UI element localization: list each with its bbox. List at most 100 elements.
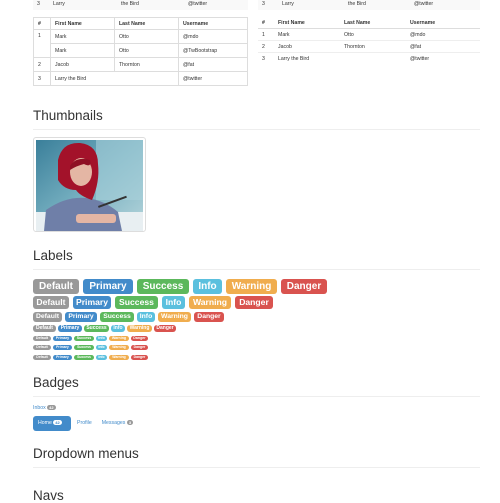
label-warning: Warning — [158, 312, 191, 322]
table-cell: @mdo — [178, 29, 248, 44]
cell-last: the Bird — [348, 1, 366, 7]
divider — [33, 129, 480, 130]
cell-last: the Bird — [121, 1, 139, 7]
label-primary: Primary — [73, 296, 111, 309]
label-info: Info — [162, 296, 185, 309]
label-default: Default — [33, 279, 79, 294]
label-primary: Primary — [65, 312, 97, 322]
labels-row-h4: Default Primary Success Info Warning Dan… — [33, 325, 176, 332]
labels-row-h3: Default Primary Success Info Warning Dan… — [33, 312, 224, 322]
table-cell: @TwBootstrap — [178, 43, 248, 58]
section-title-dropdowns: Dropdown menus — [33, 446, 139, 461]
cell-num: 3 — [37, 1, 40, 7]
thumbnail-photo-image — [36, 140, 143, 231]
label-primary: Primary — [58, 325, 82, 332]
label-info: Info — [193, 279, 222, 294]
table-cell: Otto — [114, 43, 179, 58]
label-warning: Warning — [189, 296, 231, 309]
column-header: Username — [406, 17, 480, 29]
table-cell: Mark — [50, 29, 115, 44]
table-cell: 3 — [258, 52, 274, 64]
column-header: First Name — [50, 17, 115, 30]
label-success: Success — [74, 355, 94, 360]
inbox-label: Inbox — [33, 405, 46, 411]
column-header: First Name — [274, 17, 340, 29]
badge-pills-nav: Home 42 Profile Messages 3 — [33, 416, 137, 431]
table-cell: Otto — [114, 29, 179, 44]
inbox-link[interactable]: Inbox 42 — [33, 405, 56, 411]
table-cell: 2 — [33, 57, 51, 72]
pill-messages[interactable]: Messages 3 — [98, 416, 137, 431]
table-cell: @fat — [406, 40, 480, 53]
table-cell: @twitter — [406, 52, 480, 64]
label-success: Success — [84, 325, 109, 332]
label-default: Default — [33, 296, 69, 309]
labels-row-h1: Default Primary Success Info Warning Dan… — [33, 279, 327, 294]
label-default: Default — [33, 325, 56, 332]
label-danger: Danger — [131, 345, 148, 350]
label-danger: Danger — [154, 325, 176, 332]
labels-row-h5: Default Primary Success Info Warning Dan… — [33, 336, 148, 341]
pill-home-label: Home — [38, 420, 52, 426]
label-info: Info — [96, 345, 107, 350]
label-primary: Primary — [53, 345, 72, 350]
labels-row-inline: Default Primary Success Info Warning Dan… — [33, 355, 148, 360]
table-cell: Mark — [50, 43, 115, 58]
label-warning: Warning — [109, 355, 129, 360]
divider — [33, 396, 480, 397]
table-cell: Thornton — [114, 57, 179, 72]
label-primary: Primary — [53, 355, 72, 360]
table-cell: 3 — [33, 71, 51, 86]
label-primary: Primary — [53, 336, 72, 341]
divider — [33, 269, 480, 270]
label-default: Default — [33, 336, 51, 341]
divider — [33, 467, 480, 468]
table-cell: 2 — [258, 40, 274, 53]
pill-profile-label: Profile — [77, 420, 92, 426]
label-default: Default — [33, 345, 51, 350]
thumbnail[interactable] — [33, 137, 146, 232]
labels-row-h2: Default Primary Success Info Warning Dan… — [33, 296, 273, 309]
label-info: Info — [96, 336, 107, 341]
column-header: Username — [178, 17, 248, 30]
label-danger: Danger — [235, 296, 273, 309]
label-primary: Primary — [83, 279, 133, 294]
table-cell: 1 — [258, 28, 274, 41]
table-cell: Mark — [274, 28, 340, 41]
pill-messages-label: Messages — [101, 420, 126, 426]
label-danger: Danger — [131, 336, 148, 341]
label-danger: Danger — [281, 279, 327, 294]
pill-profile[interactable]: Profile — [71, 416, 98, 431]
table-cell: Otto — [340, 28, 406, 41]
table-cell: @fat — [178, 57, 248, 72]
pill-messages-badge: 3 — [126, 420, 134, 426]
label-info: Info — [137, 312, 155, 322]
cell-num: 3 — [262, 1, 265, 7]
column-header: # — [258, 17, 274, 29]
pill-home[interactable]: Home 42 — [33, 416, 71, 431]
table-cell: @twitter — [178, 71, 248, 86]
table-cell: @mdo — [406, 28, 480, 41]
table-cell: 1 — [33, 29, 51, 58]
label-danger: Danger — [194, 312, 224, 322]
cell-user: @twitter — [188, 1, 208, 7]
label-info: Info — [111, 325, 125, 332]
label-success: Success — [137, 279, 189, 294]
label-success: Success — [100, 312, 134, 322]
bordered-table: # First Name Last Name Username 1 Mark O… — [33, 17, 248, 86]
table-cell: Thornton — [340, 40, 406, 53]
table-cell: Larry the Bird — [50, 71, 179, 86]
inbox-count-badge: 42 — [47, 405, 56, 411]
label-warning: Warning — [109, 345, 129, 350]
column-header: Last Name — [114, 17, 179, 30]
labels-row-h6: Default Primary Success Info Warning Dan… — [33, 345, 148, 350]
table-cell: Jacob — [274, 40, 340, 53]
pill-home-badge: 42 — [53, 420, 62, 426]
cell-first: Larry — [53, 1, 65, 7]
label-success: Success — [115, 296, 158, 309]
top-right-remnant-row: 3 Larry the Bird @twitter — [258, 0, 480, 10]
label-default: Default — [33, 312, 62, 322]
label-info: Info — [96, 355, 107, 360]
cell-user: @twitter — [414, 1, 434, 7]
label-danger: Danger — [131, 355, 148, 360]
